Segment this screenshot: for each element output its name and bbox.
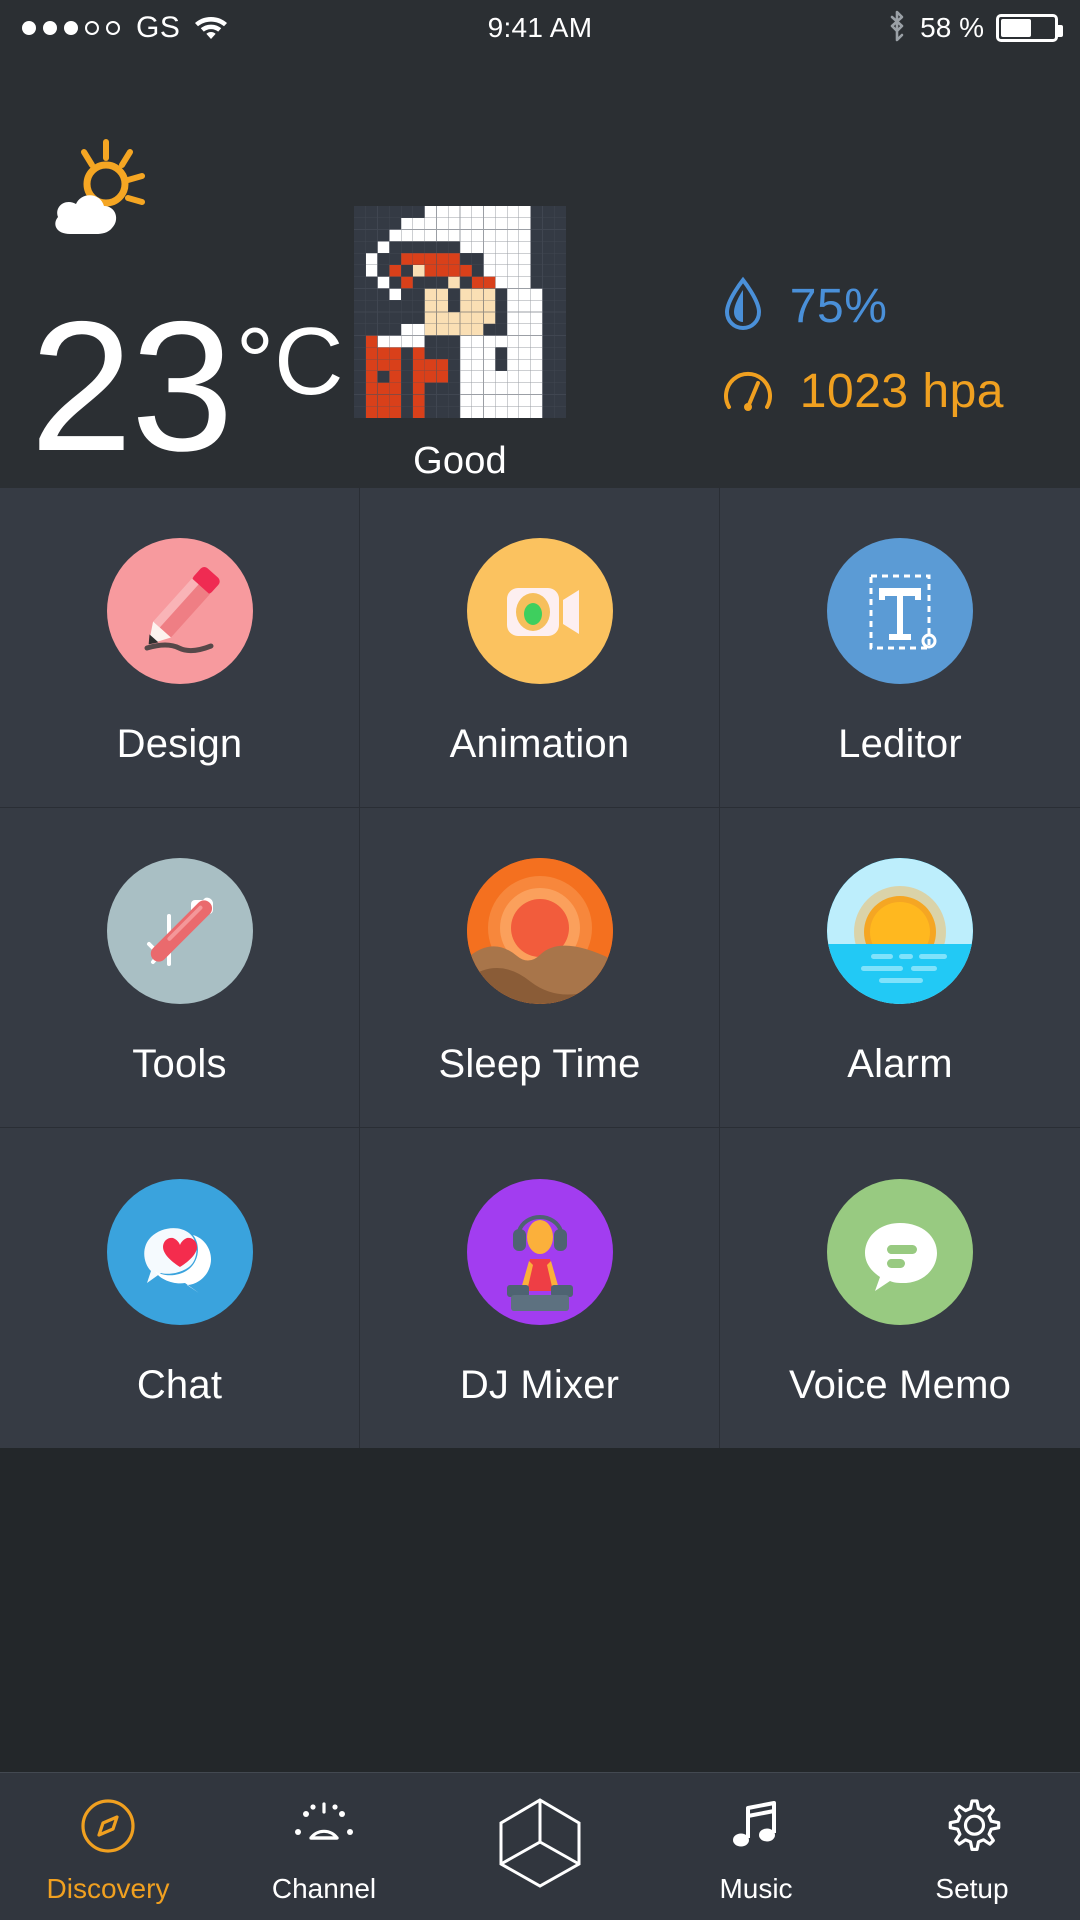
- app-grid: Design Animation Leditor Tools Sleep Tim…: [0, 488, 1080, 1448]
- tab-setup[interactable]: Setup: [864, 1773, 1080, 1920]
- bottom-tab-bar: Discovery Channel Music Setup: [0, 1448, 1080, 1920]
- temperature-value: 23: [30, 284, 234, 490]
- app-tile-sleep-time[interactable]: Sleep Time: [360, 808, 720, 1128]
- swiss-knife-icon: [106, 858, 253, 1004]
- signal-dot-filled: [43, 21, 57, 35]
- humidity-stat: 75%: [722, 276, 1004, 337]
- app-tile-dj-mixer[interactable]: DJ Mixer: [360, 1128, 720, 1448]
- temperature-display: 23 °C: [30, 284, 344, 490]
- water-drop-icon: [722, 276, 764, 337]
- music-note-icon: [724, 1794, 788, 1863]
- status-bar-right: 58 %: [886, 9, 1063, 48]
- pressure-stat: 1023 hpa: [722, 363, 1004, 420]
- tab-music[interactable]: Music: [648, 1773, 864, 1920]
- signal-strength-dots: [22, 21, 120, 35]
- weather-stats: 75% 1023 hpa: [722, 276, 1004, 420]
- app-label: Leditor: [838, 722, 962, 766]
- app-label: Alarm: [847, 1042, 953, 1086]
- speech-bubble-icon: [827, 1178, 973, 1325]
- text-tool-icon: [827, 538, 973, 684]
- pixel-art-avatar: [354, 206, 566, 418]
- battery-icon: [996, 14, 1063, 42]
- pencil-icon: [106, 538, 253, 684]
- chat-heart-icon: [106, 1178, 253, 1325]
- app-tile-leditor[interactable]: Leditor: [720, 488, 1080, 808]
- app-tile-design[interactable]: Design: [0, 488, 360, 808]
- avatar[interactable]: Good morning: [352, 206, 568, 526]
- tab-label: Channel: [271, 1873, 377, 1904]
- carrier-label: GS: [136, 11, 181, 44]
- humidity-value: 75%: [789, 280, 888, 333]
- app-label: DJ Mixer: [459, 1362, 620, 1407]
- signal-dot-empty: [106, 21, 120, 35]
- battery-percent-label: 58 %: [920, 12, 984, 43]
- signal-dot-filled: [22, 21, 36, 35]
- gauge-icon: [722, 363, 774, 420]
- tab-channel[interactable]: Channel: [216, 1773, 432, 1920]
- signal-dot-empty: [85, 21, 99, 35]
- tab-label: Setup: [935, 1873, 1009, 1904]
- app-tile-alarm[interactable]: Alarm: [720, 808, 1080, 1128]
- gear-icon: [940, 1794, 1004, 1863]
- app-tile-animation[interactable]: Animation: [360, 488, 720, 808]
- status-bar-left: GS: [22, 11, 228, 45]
- app-label: Tools: [132, 1042, 227, 1086]
- tab-label: Discovery: [46, 1873, 170, 1904]
- tab-cube[interactable]: [432, 1773, 648, 1920]
- video-camera-icon: [466, 538, 613, 684]
- sunset-dunes-icon: [466, 858, 613, 1004]
- app-tile-tools[interactable]: Tools: [0, 808, 360, 1128]
- bluetooth-icon: [886, 9, 908, 48]
- weather-panel: 23 °C Good morning 75%: [0, 56, 1080, 525]
- app-label: Chat: [136, 1362, 223, 1407]
- app-tile-chat[interactable]: Chat: [0, 1128, 360, 1448]
- app-label: Sleep Time: [438, 1042, 641, 1086]
- tab-label: Music: [719, 1873, 793, 1904]
- dj-person-icon: [466, 1178, 613, 1325]
- app-label: Design: [116, 722, 243, 766]
- app-label: Animation: [449, 722, 630, 766]
- app-label: Voice Memo: [788, 1362, 1012, 1407]
- temperature-unit: °C: [235, 308, 344, 415]
- sunrise-sea-icon: [827, 858, 973, 1004]
- cube-icon: [493, 1794, 587, 1895]
- signal-dot-filled: [64, 21, 78, 35]
- sun-behind-cloud-icon: [46, 138, 152, 247]
- pressure-value: 1023 hpa: [799, 365, 1004, 418]
- tab-discovery[interactable]: Discovery: [0, 1773, 216, 1920]
- broadcast-icon: [289, 1794, 359, 1863]
- app-tile-voice-memo[interactable]: Voice Memo: [720, 1128, 1080, 1448]
- status-bar: GS 9:41 AM 58 %: [0, 0, 1080, 56]
- wifi-icon: [194, 12, 228, 45]
- compass-icon: [76, 1794, 140, 1863]
